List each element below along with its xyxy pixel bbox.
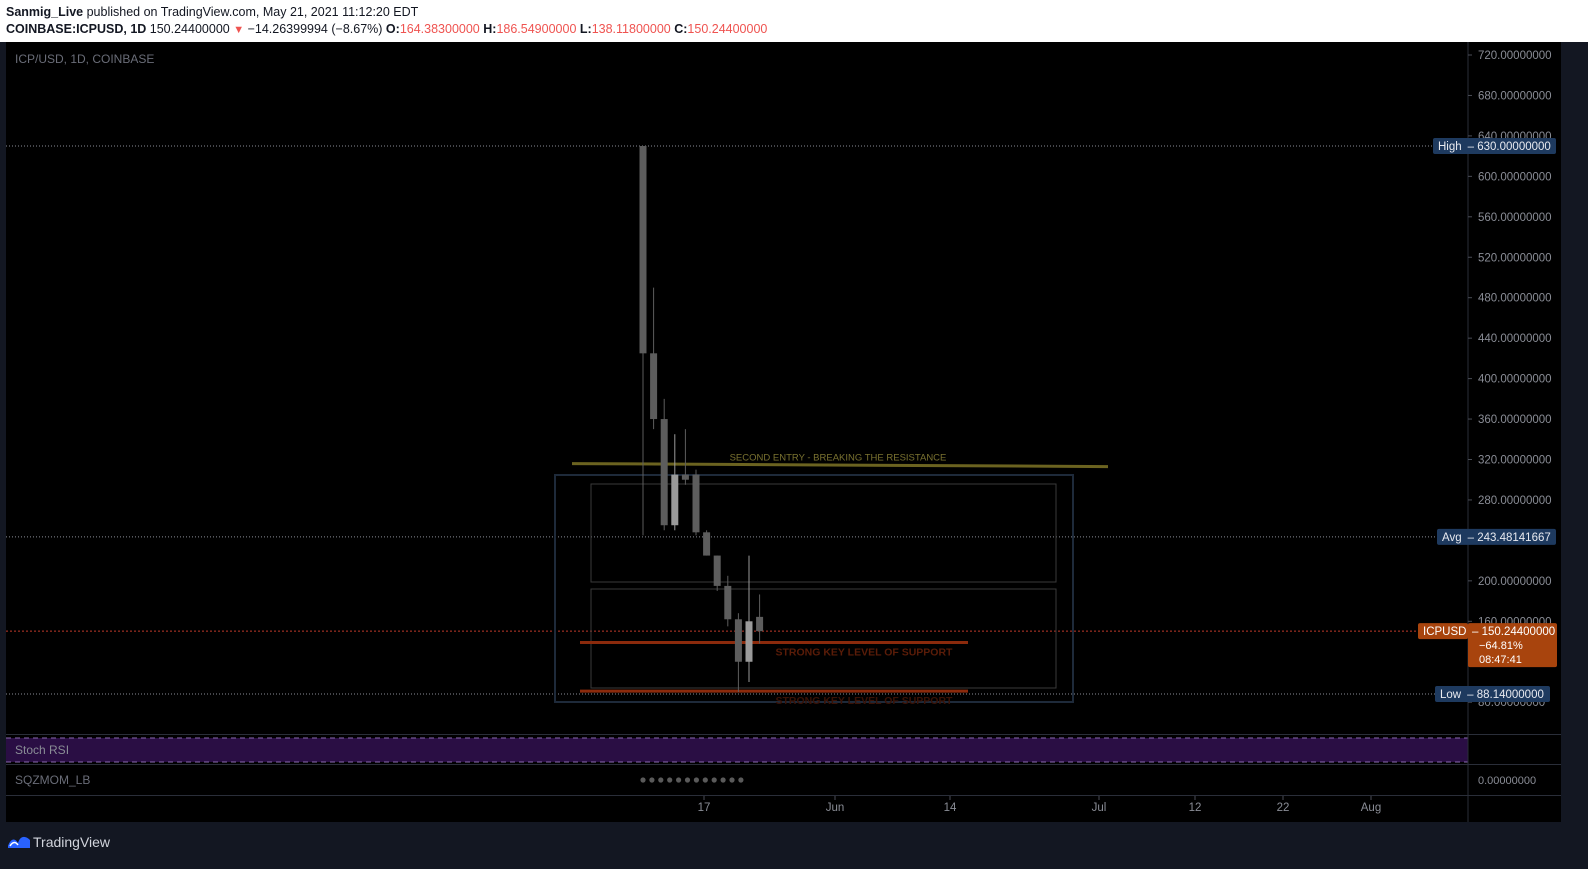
- price-tick-label: 680.00000000: [1478, 90, 1552, 102]
- price-tick-label: 360.00000000: [1478, 414, 1552, 426]
- svg-text:– 150.24400000: – 150.24400000: [1472, 626, 1555, 638]
- time-tick-label: Jun: [826, 802, 845, 814]
- sqzmom-dot: [729, 777, 735, 783]
- candle-body[interactable]: [734, 619, 742, 662]
- high-badge: High – 630.00000000: [1433, 138, 1556, 155]
- sqzmom-dot: [684, 777, 691, 783]
- symbol-name: COINBASE:ICPUSD, 1D: [6, 22, 147, 36]
- last-badge-change: −64.81%: [1479, 640, 1523, 652]
- price-tick-label: 400.00000000: [1478, 374, 1552, 386]
- stoch-rsi-label[interactable]: Stoch RSI: [15, 743, 69, 757]
- down-triangle-icon: ▼: [233, 24, 245, 36]
- price-tick-label: 200.00000000: [1478, 576, 1552, 588]
- tradingview-brand[interactable]: TradingView: [33, 834, 110, 850]
- last-badge-label: ICPUSD: [1423, 626, 1466, 638]
- time-axis[interactable]: [6, 796, 1468, 822]
- sqzmom-dot: [702, 777, 708, 783]
- high-badge-number: 630.00000000: [1477, 141, 1551, 153]
- publish-info: Sanmig_Live published on TradingView.com…: [6, 5, 418, 19]
- sqzmom-dot: [658, 777, 664, 783]
- publish-header: Sanmig_Live published on TradingView.com…: [0, 0, 1588, 42]
- sqzmom-dot: [693, 777, 700, 783]
- candle-body[interactable]: [713, 555, 721, 586]
- price-tick-label: 480.00000000: [1478, 293, 1552, 305]
- sqzmom-dot: [738, 777, 744, 783]
- price-tick-label: 720.00000000: [1478, 50, 1552, 62]
- resistance-annotation[interactable]: SECOND ENTRY - BREAKING THE RESISTANCE: [730, 453, 947, 464]
- candle-body[interactable]: [660, 419, 668, 526]
- candle-body[interactable]: [703, 532, 711, 556]
- sqzmom-dot: [720, 777, 726, 783]
- time-tick-label: Aug: [1361, 802, 1381, 814]
- time-tick-label: 17: [698, 802, 711, 814]
- support-annotation-lower[interactable]: STRONG KEY LEVEL OF SUPPORT: [776, 695, 954, 707]
- low-value: 138.11800000: [591, 22, 671, 36]
- high-value: 186.54900000: [496, 22, 577, 36]
- last-price: 150.24400000: [149, 22, 230, 36]
- sqzmom-label[interactable]: SQZMOM_LB: [15, 773, 90, 787]
- candle-body[interactable]: [745, 621, 753, 662]
- candle-body[interactable]: [650, 353, 658, 420]
- chart-area[interactable]: ICP/USD, 1D, COINBASE Stoch RSI SQZMOM_L…: [0, 42, 1588, 826]
- symbol-pane-label: ICP/USD, 1D, COINBASE: [15, 52, 154, 66]
- svg-text:Low– 88.14000000: Low – 88.14000000: [1440, 689, 1544, 701]
- sqzmom-dot: [640, 777, 646, 783]
- candle-body[interactable]: [681, 474, 689, 480]
- avg-badge-number: 243.48141667: [1477, 532, 1551, 544]
- stoch-rsi-band: [6, 738, 1468, 762]
- svg-text:Avg– 243.48141667: Avg – 243.48141667: [1442, 532, 1551, 544]
- close-label: C:: [674, 22, 688, 36]
- sqzmom-dot: [649, 777, 655, 783]
- high-label: H:: [483, 22, 497, 36]
- sqzmom-axis-value: 0.00000000: [1478, 775, 1536, 787]
- sqzmom-dot: [711, 777, 717, 783]
- open-label: O:: [385, 22, 400, 36]
- price-tick-label: 280.00000000: [1478, 495, 1552, 507]
- candle-body[interactable]: [639, 146, 647, 354]
- sqzmom-dot: [676, 777, 682, 783]
- high-badge-label: High: [1438, 141, 1462, 153]
- svg-text:High– 630.00000000: High – 630.00000000: [1438, 141, 1551, 153]
- avg-badge-label: Avg: [1442, 532, 1462, 544]
- low-badge-number: 88.14000000: [1477, 689, 1544, 701]
- price-tick-label: 520.00000000: [1478, 252, 1552, 264]
- time-tick-label: 14: [944, 802, 957, 814]
- footer-bar: TradingView: [0, 826, 1588, 869]
- candle-body[interactable]: [692, 474, 700, 533]
- price-change: −14.26399994 (−8.67%): [247, 22, 383, 36]
- published-text: published on TradingView.com, May 21, 20…: [83, 5, 419, 19]
- price-tick-label: 440.00000000: [1478, 333, 1552, 345]
- close-value: 150.24400000: [687, 22, 768, 36]
- time-tick-label: Jul: [1092, 802, 1107, 814]
- publisher-name[interactable]: Sanmig_Live: [6, 5, 83, 19]
- candle-body[interactable]: [756, 616, 764, 632]
- sqzmom-dot: [667, 777, 673, 783]
- support-annotation-upper[interactable]: STRONG KEY LEVEL OF SUPPORT: [776, 647, 954, 659]
- candle-body[interactable]: [724, 585, 732, 620]
- candle-body[interactable]: [671, 474, 679, 526]
- last-badge-value: 150.24400000: [1482, 626, 1556, 638]
- low-badge: Low – 88.14000000: [1435, 685, 1550, 702]
- price-tick-label: 320.00000000: [1478, 455, 1552, 467]
- open-value: 164.38300000: [399, 22, 480, 36]
- last-badge-countdown: 08:47:41: [1479, 654, 1522, 666]
- price-tick-label: 560.00000000: [1478, 212, 1552, 224]
- ohlc-legend: COINBASE:ICPUSD, 1D 150.24400000 ▼ −14.2…: [6, 22, 767, 36]
- time-tick-label: 22: [1277, 802, 1290, 814]
- time-tick-label: 12: [1189, 802, 1202, 814]
- low-label: L:: [579, 22, 592, 36]
- low-badge-label: Low: [1440, 689, 1462, 701]
- price-tick-label: 600.00000000: [1478, 171, 1552, 183]
- sqzmom-pane[interactable]: [6, 765, 1468, 795]
- high-badge-value: –: [1468, 141, 1478, 153]
- avg-badge: Avg – 243.48141667: [1437, 528, 1556, 545]
- tradingview-logo-icon[interactable]: [7, 832, 31, 850]
